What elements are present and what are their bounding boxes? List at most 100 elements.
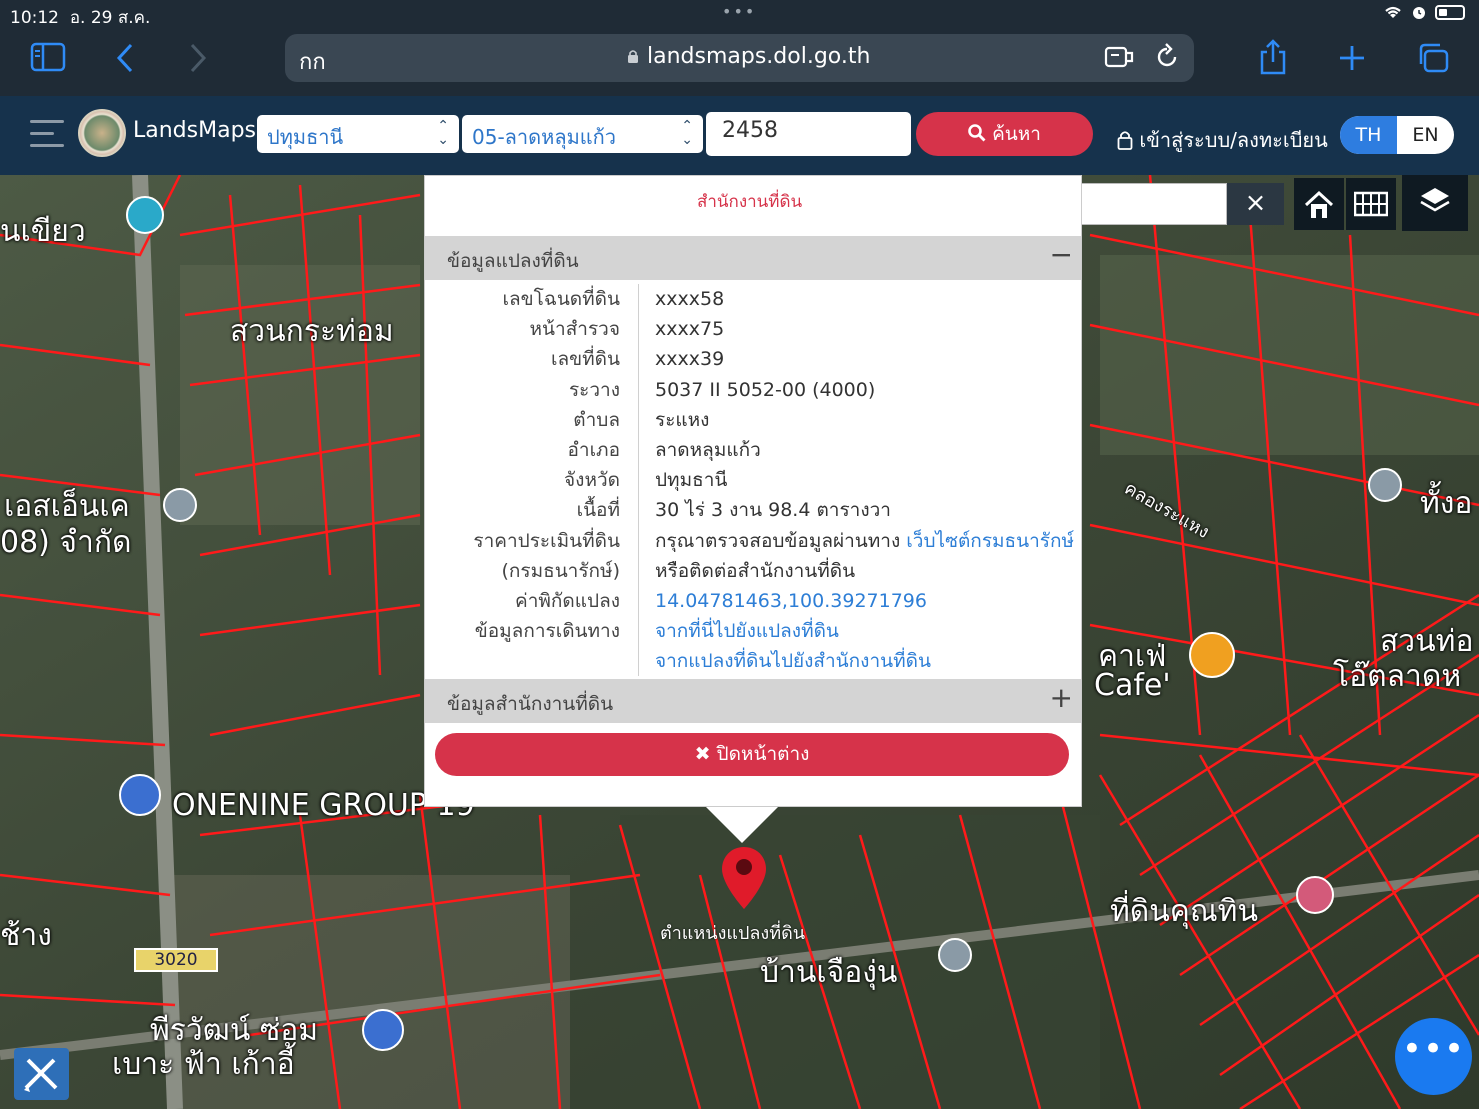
multitask-dots[interactable]: ••• — [722, 2, 756, 21]
table-row: เลขที่ดิน xxxx39 — [425, 344, 1081, 375]
row-label: ระวาง — [425, 374, 639, 405]
table-row: (กรมธนารักษ์) หรือติดต่อสำนักงานที่ดิน — [425, 555, 1081, 586]
row-link[interactable]: เว็บไซต์กรมธนารักษ์ — [906, 530, 1074, 552]
row-link[interactable]: จากแปลงที่ดินไปยังสำนักงานที่ดิน — [655, 650, 931, 672]
sidebar-icon[interactable] — [30, 42, 66, 72]
map-label: ที่ดินคุณทิน — [1110, 894, 1258, 929]
brand-name: LandsMaps — [133, 118, 256, 143]
reader-icon[interactable] — [1104, 42, 1134, 72]
row-value-text: xxxx58 — [655, 288, 725, 310]
row-link[interactable]: 14.04781463,100.39271796 — [655, 590, 927, 612]
table-row: หน้าสำรวจ xxxx75 — [425, 314, 1081, 345]
parcel-info-section-header[interactable]: ข้อมูลแปลงที่ดิน − — [425, 236, 1081, 280]
expand-icon[interactable]: + — [1050, 681, 1073, 714]
row-label: อำเภอ — [425, 434, 639, 466]
table-row: ข้อมูลการเดินทาง จากที่นี่ไปยังแปลงที่ดิน — [425, 616, 1081, 647]
map-label: ช้าง — [0, 918, 52, 953]
row-value: จากแปลงที่ดินไปยังสำนักงานที่ดิน — [639, 646, 931, 676]
row-label — [425, 646, 639, 677]
select-arrows-icon: ⌃ ⌄ — [681, 118, 693, 148]
new-tab-icon[interactable] — [1338, 44, 1366, 72]
pin-label: ตำแหน่งแปลงที่ดิน — [660, 923, 806, 944]
table-row: ระวาง 5037 II 5052-00 (4000) — [425, 374, 1081, 405]
table-row: เนื้อที่ 30 ไร่ 3 งาน 98.4 ตารางวา — [425, 495, 1081, 526]
row-label: เลขที่ดิน — [425, 344, 639, 375]
search-button[interactable]: ค้นหา — [916, 112, 1093, 156]
map-label: Cafe' — [1094, 668, 1171, 703]
collapse-icon[interactable]: − — [1050, 238, 1073, 271]
table-row: อำเภอ ลาดหลุมแก้ว — [425, 434, 1081, 466]
map-label: ทั้งอ — [1420, 486, 1473, 521]
table-row: จังหวัด ปทุมธานี — [425, 465, 1081, 496]
location-pin-icon[interactable] — [720, 845, 768, 911]
home-icon — [1304, 190, 1334, 218]
wifi-icon — [1385, 6, 1401, 18]
row-label: เลขโฉนดที่ดิน — [425, 284, 639, 315]
map-label: นเขียว — [0, 214, 86, 249]
lock-icon — [628, 50, 638, 63]
row-label: ตำบล — [425, 404, 639, 435]
province-select[interactable]: ปทุมธานี ⌃ ⌄ — [257, 115, 459, 153]
row-label: ราคาประเมินที่ดิน — [425, 525, 639, 556]
table-row: เลขโฉนดที่ดิน xxxx58 — [425, 284, 1081, 315]
grid-icon — [1354, 191, 1388, 217]
row-label: เนื้อที่ — [425, 495, 639, 526]
more-options-button[interactable]: ••• — [1395, 1018, 1472, 1095]
parcel-info-table: เลขโฉนดที่ดิน xxxx58 หน้าสำรวจ xxxx75 เลขที่… — [425, 284, 1081, 677]
row-link[interactable]: จากที่นี่ไปยังแปลงที่ดิน — [655, 620, 839, 642]
measure-tool-button[interactable] — [14, 1048, 69, 1100]
lang-th-button[interactable]: TH — [1340, 116, 1397, 154]
row-value-text: ลาดหลุมแก้ว — [655, 438, 761, 461]
parcel-number-input[interactable]: 2458 — [706, 112, 911, 156]
text-size-button[interactable]: กก — [299, 44, 326, 79]
table-row: ตำบล ระแหง — [425, 404, 1081, 435]
battery-icon — [1435, 4, 1465, 20]
share-icon[interactable] — [1258, 38, 1288, 76]
map-label: บ้านเจืองุ่น — [760, 955, 898, 990]
table-row: จากแปลงที่ดินไปยังสำนักงานที่ดิน — [425, 646, 1081, 677]
map-label: 08) จำกัด — [0, 525, 132, 560]
row-value-text: กรุณาตรวจสอบข้อมูลผ่านทาง — [655, 529, 907, 552]
status-bar: 10:12 อ. 29 ส.ค. ••• — [0, 0, 1479, 28]
row-value-text: ระแหง — [655, 408, 710, 431]
row-label: ข้อมูลการเดินทาง — [425, 616, 639, 647]
browser-toolbar: กก landsmaps.dol.go.th — [0, 28, 1479, 96]
home-button[interactable] — [1294, 178, 1344, 230]
land-office-section-header[interactable]: ข้อมูลสำนักงานที่ดิน + — [425, 679, 1081, 723]
reload-icon[interactable] — [1154, 42, 1180, 72]
row-label: หน้าสำรวจ — [425, 314, 639, 345]
lock-icon — [1117, 131, 1133, 150]
row-value: xxxx58 — [639, 284, 724, 314]
status-time: 10:12 อ. 29 ส.ค. — [10, 8, 151, 28]
lang-en-button[interactable]: EN — [1397, 116, 1454, 154]
popup-pointer — [706, 807, 778, 843]
row-value-text: xxxx39 — [655, 348, 725, 371]
app-header: LandsMaps ปทุมธานี ⌃ ⌄ 05-ลาดหลุมแก้ว ⌃ ⌄ … — [0, 96, 1479, 175]
map-label: สวนกระท่อม — [230, 314, 394, 349]
tabs-icon[interactable] — [1416, 42, 1450, 74]
layers-button[interactable] — [1402, 175, 1468, 231]
address-bar[interactable]: กก landsmaps.dol.go.th — [285, 34, 1194, 82]
row-value-text: หรือติดต่อสำนักงานที่ดิน — [655, 559, 856, 582]
clear-search-button[interactable]: × — [1227, 183, 1284, 225]
popup-warning-text: สำนักงานที่ดิน — [697, 192, 803, 212]
road-shield: 3020 — [134, 948, 218, 972]
row-value: ลาดหลุมแก้ว — [639, 435, 761, 465]
alarm-icon — [1413, 7, 1425, 19]
map-label: เบาะ ฟ้า เก้าอี้ — [112, 1047, 295, 1082]
row-value-text: 5037 II 5052-00 (4000) — [655, 378, 876, 401]
login-link[interactable]: เข้าสู่ระบบ/ลงทะเบียน — [1117, 124, 1328, 156]
close-window-button[interactable]: ✖ ปิดหน้าต่าง — [435, 733, 1069, 776]
language-toggle: TH EN — [1340, 116, 1454, 154]
select-arrows-icon: ⌃ ⌄ — [437, 118, 449, 148]
back-icon[interactable] — [115, 42, 137, 74]
parcel-info-popup: สำนักงานที่ดิน ข้อมูลแปลงที่ดิน − เลขโฉน… — [424, 175, 1082, 807]
grid-button[interactable] — [1346, 178, 1396, 230]
row-label: จังหวัด — [425, 465, 639, 496]
menu-icon[interactable] — [30, 120, 64, 148]
district-select[interactable]: 05-ลาดหลุมแก้ว ⌃ ⌄ — [462, 115, 703, 153]
forward-icon[interactable] — [186, 42, 208, 74]
table-row: ค่าพิกัดแปลง 14.04781463,100.39271796 — [425, 585, 1081, 617]
row-value-text: xxxx75 — [655, 318, 725, 341]
map-label: โอ๊ตลาดห — [1333, 659, 1462, 694]
